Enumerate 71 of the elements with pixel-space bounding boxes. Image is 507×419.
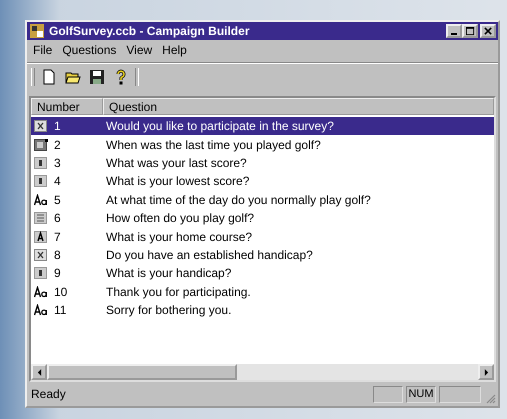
number-field-icon <box>34 175 48 188</box>
question-text: When was the last time you played golf? <box>106 138 321 152</box>
maximize-icon <box>466 26 474 36</box>
question-text: Sorry for bothering you. <box>106 303 232 318</box>
blank-page-icon <box>41 69 57 85</box>
question-row[interactable]: 5 At what time of the day do you normally play golf? <box>31 190 494 209</box>
question-row[interactable]: 1 Would you like to participate in the survey? <box>31 117 494 136</box>
scroll-thumb[interactable] <box>47 364 237 380</box>
column-header[interactable]: Number <box>31 98 103 115</box>
question-number: 4 <box>53 174 62 188</box>
question-number: 6 <box>53 211 62 226</box>
close-button[interactable] <box>480 24 496 38</box>
minimize-icon <box>451 33 457 35</box>
scroll-left-button[interactable] <box>31 364 47 380</box>
list-icon <box>34 212 48 224</box>
question-number: 2 <box>53 138 62 152</box>
checkbox-x-icon <box>34 120 48 132</box>
question-row[interactable]: 6 How often do you play golf? <box>31 208 494 228</box>
question-text: What is your handicap? <box>106 266 232 280</box>
question-row[interactable]: 8 Do you have an established handicap? <box>31 246 494 264</box>
question-text: Thank you for participating. <box>106 284 251 299</box>
question-row[interactable]: 7 What is your home course? <box>31 227 494 246</box>
close-icon <box>484 26 492 36</box>
question-text: Would you like to participate in the survey? <box>106 119 334 134</box>
app-icon <box>29 23 45 39</box>
left-arrow-icon <box>36 368 42 376</box>
window-title: GolfSurvey.ccb - Campaign Builder <box>49 24 250 38</box>
menu-item[interactable]: View <box>126 43 152 59</box>
question-row[interactable]: 11 Sorry for bothering you. <box>31 300 494 320</box>
right-arrow-icon <box>484 368 488 376</box>
minimize-button[interactable] <box>446 24 462 38</box>
question-row[interactable]: 9 What is your handicap? <box>31 264 494 283</box>
question-text: What is your lowest score? <box>106 174 250 188</box>
horizontal-scrollbar[interactable] <box>31 364 494 380</box>
question-number: 9 <box>53 266 62 280</box>
question-number: 3 <box>53 156 62 170</box>
question-number: 5 <box>53 192 62 207</box>
resize-grip-icon <box>484 392 496 404</box>
question-row[interactable]: 10 Thank you for participating. <box>31 282 494 301</box>
toolbar-button[interactable] <box>87 67 107 87</box>
menu-item[interactable]: File <box>33 43 52 59</box>
calendar-icon <box>34 138 48 151</box>
question-number: 8 <box>53 248 62 262</box>
number-field-icon <box>34 267 48 280</box>
status-panel <box>439 386 481 402</box>
num-lock-indicator: NUM <box>406 386 436 402</box>
question-text: What was your last score? <box>106 156 247 170</box>
status-text: Ready <box>31 387 67 401</box>
question-row[interactable]: 2 When was the last time you played golf? <box>31 135 494 154</box>
menu-item[interactable]: Help <box>162 43 187 59</box>
number-field-icon <box>34 156 48 169</box>
text-icon <box>34 286 48 298</box>
question-row[interactable]: 3 What was your last score? <box>31 154 494 172</box>
question-number: 1 <box>53 119 62 134</box>
question-text: What is your home course? <box>106 230 252 244</box>
maximize-button[interactable] <box>462 24 478 38</box>
checkbox-x-icon <box>34 248 48 261</box>
column-header[interactable]: Question <box>103 98 494 115</box>
question-text: At what time of the day do you normally play golf? <box>106 192 371 207</box>
scroll-right-button[interactable] <box>478 364 494 380</box>
question-row[interactable]: 4 What is your lowest score? <box>31 172 494 191</box>
letter-field-icon <box>34 230 48 243</box>
question-text: Do you have an established handicap? <box>106 248 313 262</box>
status-panel <box>373 386 403 402</box>
question-number: 11 <box>53 303 68 318</box>
question-text: How often do you play golf? <box>106 211 254 226</box>
question-number: 7 <box>53 230 62 244</box>
question-number: 10 <box>53 284 68 299</box>
text-icon <box>34 194 48 206</box>
text-icon <box>34 304 48 316</box>
menu-item[interactable]: Questions <box>62 43 116 59</box>
